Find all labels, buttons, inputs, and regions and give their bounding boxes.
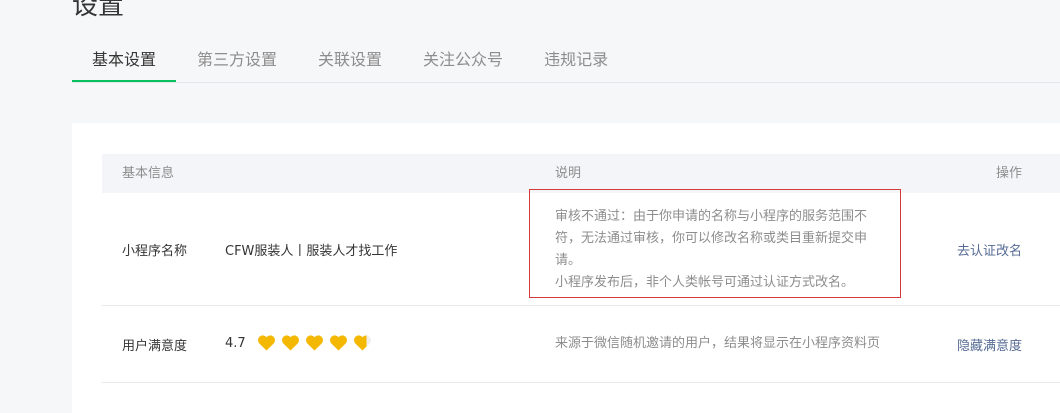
rating-hearts xyxy=(256,333,373,353)
rating-score: 4.7 xyxy=(225,335,246,351)
hide-satisfaction-link[interactable]: 隐藏满意度 xyxy=(957,335,1022,354)
table-header: 基本信息 说明 操作 xyxy=(102,154,1060,193)
tab-bar: 基本设置 第三方设置 关联设置 关注公众号 违规记录 xyxy=(72,42,1060,83)
settings-card: 基本信息 说明 操作 小程序名称 CFW服装人丨服装人才找工作 审核不通过：由于… xyxy=(72,123,1060,413)
table-row-satisfaction: 用户满意度 4.7 来源于微信随机邀请的用户，结果将显示在小程序资料页 隐藏满意… xyxy=(102,306,1060,383)
heart-partial-icon xyxy=(352,333,373,353)
satisfaction-rating: 4.7 xyxy=(225,333,373,353)
tab-follow-official-account[interactable]: 关注公众号 xyxy=(403,42,523,82)
heart-full-icon xyxy=(256,333,277,353)
satisfaction-description: 来源于微信随机邀请的用户，结果将显示在小程序资料页 xyxy=(555,336,881,351)
tab-third-party-settings[interactable]: 第三方设置 xyxy=(177,42,297,82)
header-basic-info: 基本信息 xyxy=(122,166,175,181)
heart-full-icon xyxy=(304,333,325,353)
row-label: 小程序名称 xyxy=(122,244,188,259)
header-description: 说明 xyxy=(555,166,582,181)
tab-linked-settings[interactable]: 关联设置 xyxy=(298,42,402,82)
tab-violation-records[interactable]: 违规记录 xyxy=(524,42,628,82)
tab-basic-settings[interactable]: 基本设置 xyxy=(72,42,177,82)
header-operation: 操作 xyxy=(995,166,1022,181)
heart-full-icon xyxy=(328,333,349,353)
certify-rename-link[interactable]: 去认证改名 xyxy=(957,240,1022,259)
row-label: 用户满意度 xyxy=(122,339,188,354)
page-title: 设置 xyxy=(72,0,125,21)
program-name-value: CFW服装人丨服装人才找工作 xyxy=(225,244,398,259)
review-rejected-highlight-box xyxy=(529,189,901,298)
heart-full-icon xyxy=(280,333,301,353)
